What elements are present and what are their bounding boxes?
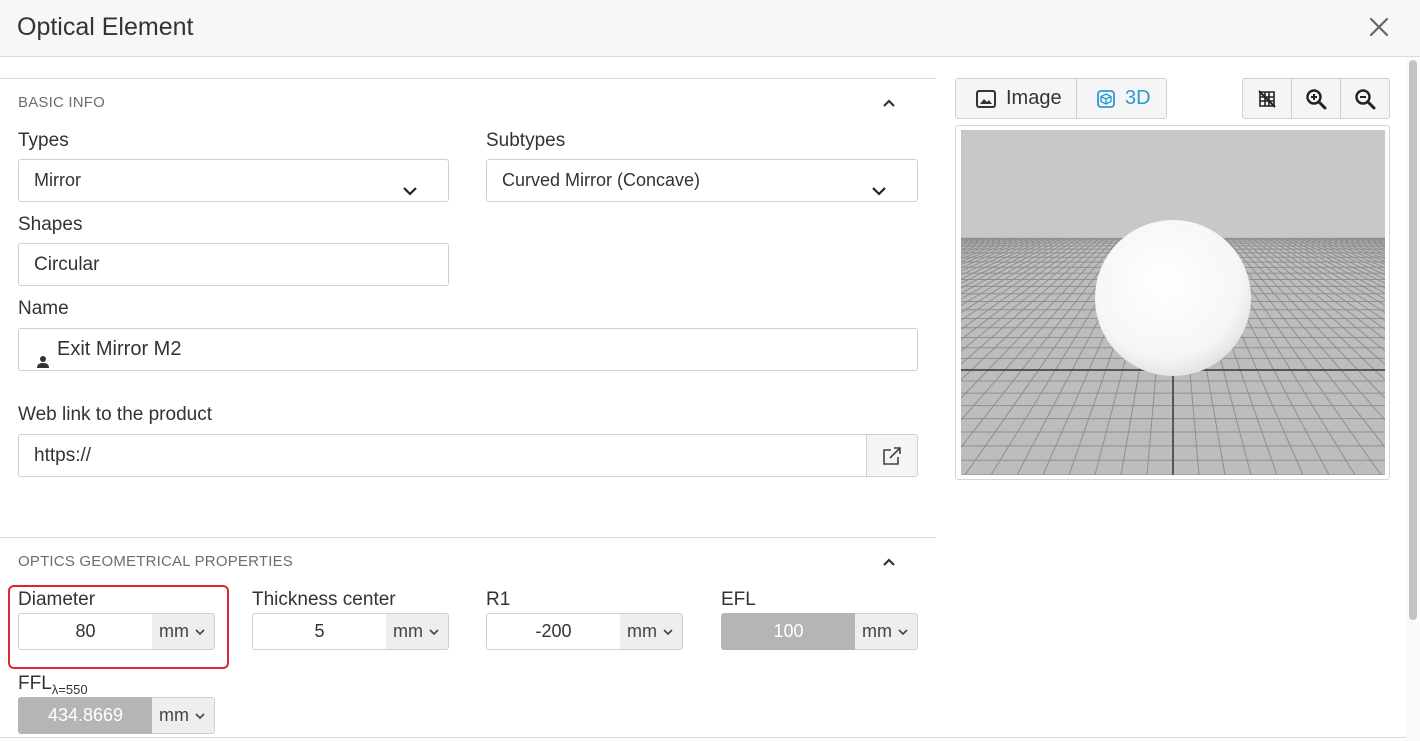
r1-input[interactable]: -200 [486, 613, 621, 650]
preview-panel: Image 3D [955, 78, 1390, 480]
unit-label: mm [627, 621, 657, 641]
weblink-input[interactable]: https:// [18, 434, 867, 477]
weblink-label: Web link to the product [18, 404, 212, 425]
zoom-out-button[interactable] [1341, 79, 1389, 118]
scrollbar[interactable] [1406, 57, 1420, 741]
open-link-button[interactable] [866, 434, 918, 477]
unit-label: mm [393, 621, 423, 641]
efl-unit-select[interactable]: mm [855, 613, 918, 650]
chevron-down-icon [195, 713, 205, 720]
shapes-label: Shapes [18, 214, 83, 235]
name-label: Name [18, 298, 69, 319]
3d-viewer[interactable] [955, 125, 1390, 480]
r1-field: -200 mm [486, 613, 683, 650]
diameter-highlight [8, 585, 229, 669]
chevron-down-icon [871, 173, 887, 196]
ffl-value: 434.8669 [18, 697, 153, 734]
collapse-optics-icon[interactable] [881, 554, 897, 570]
name-input-value: Exit Mirror M2 [57, 338, 182, 360]
ffl-unit-select[interactable]: mm [152, 697, 215, 734]
weblink-input-value: https:// [34, 445, 92, 466]
chevron-down-icon [402, 173, 418, 196]
3d-scene[interactable] [961, 130, 1385, 475]
shapes-field[interactable]: Circular [18, 243, 449, 286]
basic-info-title: BASIC INFO [18, 94, 106, 111]
dialog-header: Optical Element [0, 0, 1420, 57]
tab-3d[interactable]: 3D [1077, 79, 1166, 118]
zoom-out-icon [1355, 88, 1376, 109]
external-link-icon [883, 447, 901, 465]
grid-off-icon [1258, 89, 1276, 108]
types-select[interactable]: Mirror [18, 159, 449, 202]
thickness-unit-select[interactable]: mm [386, 613, 449, 650]
tab-3d-label: 3D [1125, 87, 1151, 109]
cube-icon [1097, 89, 1115, 108]
types-select-value: Mirror [34, 170, 81, 190]
optics-title: OPTICS GEOMETRICAL PROPERTIES [18, 553, 294, 570]
user-icon [36, 343, 50, 368]
efl-label: EFL [721, 589, 756, 610]
thickness-label: Thickness center [252, 589, 396, 610]
shapes-field-value: Circular [34, 254, 100, 275]
toggle-grid-button[interactable] [1243, 79, 1292, 118]
subtypes-label: Subtypes [486, 130, 566, 151]
unit-label: mm [862, 621, 892, 641]
ffl-label-text: FFL [18, 673, 52, 694]
mirror-sphere [1095, 220, 1251, 376]
ffl-label: FFLλ=550 [18, 673, 88, 697]
zoom-in-icon [1306, 88, 1327, 109]
r1-unit-select[interactable]: mm [620, 613, 683, 650]
section-divider [0, 537, 936, 538]
chevron-down-icon [663, 629, 673, 636]
unit-label: mm [159, 705, 189, 725]
name-input[interactable]: Exit Mirror M2 [18, 328, 918, 371]
image-icon [976, 89, 996, 108]
dialog-title: Optical Element [17, 13, 194, 41]
view-mode-toggle: Image 3D [955, 78, 1167, 119]
efl-value: 100 [721, 613, 856, 650]
efl-field: 100 mm [721, 613, 918, 650]
viewer-tools [1242, 78, 1390, 119]
r1-label: R1 [486, 589, 511, 610]
ffl-label-subscript: λ=550 [51, 681, 88, 697]
thickness-field: 5 mm [252, 613, 449, 650]
section-divider [0, 78, 936, 79]
image-tab[interactable]: Image [956, 79, 1077, 118]
close-icon[interactable] [1366, 14, 1392, 40]
subtypes-select[interactable]: Curved Mirror (Concave) [486, 159, 918, 202]
thickness-input[interactable]: 5 [252, 613, 387, 650]
bottom-divider [0, 737, 1406, 738]
image-tab-label: Image [1006, 87, 1062, 109]
types-label: Types [18, 130, 69, 151]
chevron-down-icon [429, 629, 439, 636]
subtypes-select-value: Curved Mirror (Concave) [502, 170, 701, 190]
zoom-in-button[interactable] [1292, 79, 1341, 118]
ffl-field: 434.8669 mm [18, 697, 215, 734]
scrollbar-thumb[interactable] [1409, 60, 1417, 620]
collapse-basic-info-icon[interactable] [881, 95, 897, 111]
chevron-down-icon [898, 629, 908, 636]
